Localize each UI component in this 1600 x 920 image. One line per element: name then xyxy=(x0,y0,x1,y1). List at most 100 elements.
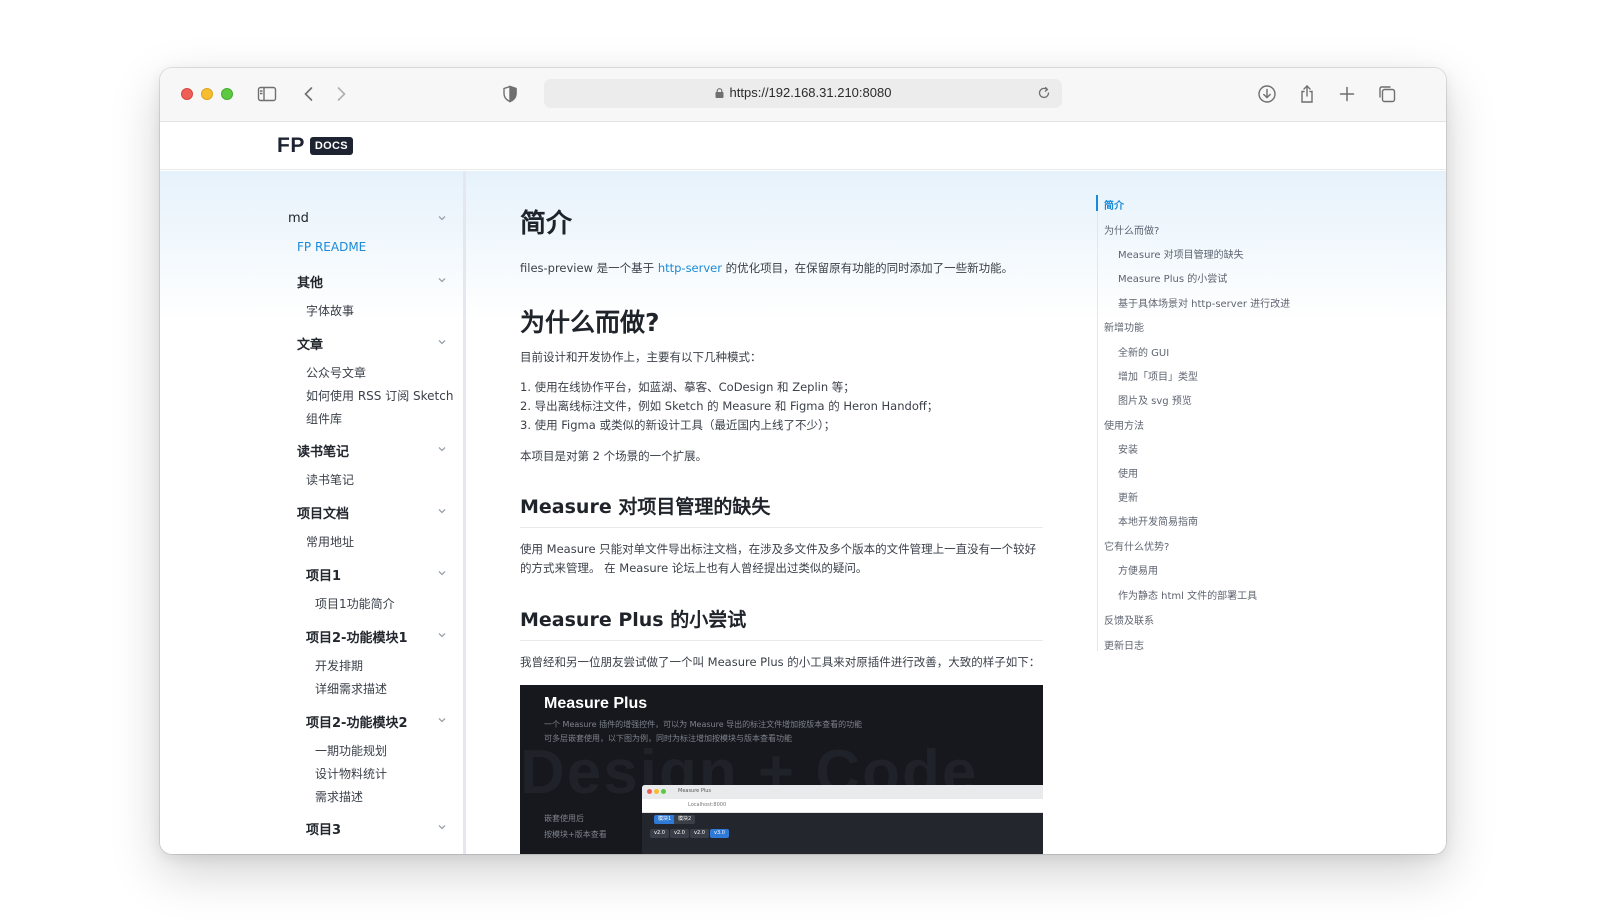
chevron-down-icon[interactable] xyxy=(437,506,447,516)
close-window-button[interactable] xyxy=(181,88,193,100)
toc-rail xyxy=(1097,195,1098,651)
address-bar[interactable]: https://192.168.31.210:8080 xyxy=(544,79,1062,108)
sidebar-item-phase1-plan[interactable]: 一期功能规划 xyxy=(315,742,387,759)
chevron-down-icon[interactable] xyxy=(437,213,447,223)
sidebar-item-fp-readme[interactable]: FP README xyxy=(297,240,366,254)
heading-measure: Measure 对项目管理的缺失 xyxy=(520,496,771,518)
toc-item-static-deploy[interactable]: 作为静态 html 文件的部署工具 xyxy=(1118,587,1257,602)
heading-divider xyxy=(520,640,1043,641)
toc-item-new-features[interactable]: 新增功能 xyxy=(1104,319,1144,334)
measure-paragraph: 使用 Measure 只能对单文件导出标注文档，在涉及多文件及多个版本的文件管理… xyxy=(520,542,1037,575)
intro-paragraph: files-preview 是一个基于 http-server 的优化项目，在保… xyxy=(520,259,1043,278)
nested-page: 模块1 模块2 v2.0 v2.0 v2.0 v3.0 xyxy=(642,813,1043,854)
chevron-down-icon[interactable] xyxy=(437,715,447,725)
docs-content: md FP README 其他 字体故事 文章 公众号文章 如何使用 RSS 订… xyxy=(160,171,1446,854)
browser-window: https://192.168.31.210:8080 FP DOCS md F… xyxy=(160,68,1446,854)
http-server-link[interactable]: http-server xyxy=(658,261,722,275)
sidebar-group-project1[interactable]: 项目1 xyxy=(306,565,341,584)
toc-item-use[interactable]: 使用 xyxy=(1118,465,1138,480)
toc-item-easy-to-use[interactable]: 方便易用 xyxy=(1118,562,1158,577)
toc-item-measure-missing[interactable]: Measure 对项目管理的缺失 xyxy=(1118,246,1244,261)
back-icon[interactable] xyxy=(298,83,320,105)
toc-item-intro[interactable]: 简介 xyxy=(1104,197,1124,212)
measure-plus-paragraph: 我曾经和另一位朋友尝试做了一个叫 Measure Plus 的小工具来对原插件进… xyxy=(520,655,1041,669)
chevron-down-icon[interactable] xyxy=(437,444,447,454)
sidebar-item-rss-sketch-cont[interactable]: 组件库 xyxy=(306,410,342,427)
chevron-down-icon[interactable] xyxy=(437,630,447,640)
toc-item-local-dev[interactable]: 本地开发简易指南 xyxy=(1118,513,1198,528)
shield-icon[interactable] xyxy=(499,83,521,105)
nested-close-dot xyxy=(647,789,652,794)
image-side-label-1: 嵌套使用后 xyxy=(544,814,584,823)
nested-chip-module1: 模块1 xyxy=(654,815,676,824)
sidebar-item-common-urls[interactable]: 常用地址 xyxy=(306,533,354,550)
toc-item-image-preview[interactable]: 图片及 svg 预览 xyxy=(1118,392,1192,407)
toc-item-changelog[interactable]: 更新日志 xyxy=(1104,637,1144,652)
sidebar-group-articles[interactable]: 文章 xyxy=(297,334,323,353)
sidebar-item-wechat-articles[interactable]: 公众号文章 xyxy=(306,364,366,381)
docs-sidebar: md FP README 其他 字体故事 文章 公众号文章 如何使用 RSS 订… xyxy=(160,171,463,854)
sidebar-group-project2-module2[interactable]: 项目2-功能模块2 xyxy=(306,712,408,731)
toc-item-new-gui[interactable]: 全新的 GUI xyxy=(1118,344,1169,359)
sidebar-item-rss-sketch[interactable]: 如何使用 RSS 订阅 Sketch xyxy=(306,387,453,404)
nested-chip-version: v2.0 xyxy=(650,829,669,838)
nested-url: Localhost:8000 xyxy=(688,802,727,808)
toc-item-measure-plus[interactable]: Measure Plus 的小尝试 xyxy=(1118,270,1227,285)
chevron-down-icon[interactable] xyxy=(437,275,447,285)
tabs-overview-icon[interactable] xyxy=(1376,83,1398,105)
sidebar-root-md[interactable]: md xyxy=(288,211,309,226)
toc-item-http-server-improve[interactable]: 基于具体场景对 http-server 进行改进 xyxy=(1118,295,1290,310)
sidebar-divider[interactable] xyxy=(463,171,466,854)
minimize-window-button[interactable] xyxy=(201,88,213,100)
site-header: FP DOCS xyxy=(160,122,1446,170)
nested-chip-version: v2.0 xyxy=(670,829,689,838)
sidebar-item-font-story[interactable]: 字体故事 xyxy=(306,302,354,319)
toc-item-update[interactable]: 更新 xyxy=(1118,489,1138,504)
heading-divider xyxy=(520,527,1043,528)
sidebar-icon[interactable] xyxy=(256,83,278,105)
chevron-down-icon[interactable] xyxy=(437,822,447,832)
sidebar-item-dev-schedule[interactable]: 开发排期 xyxy=(315,657,363,674)
sidebar-group-project3[interactable]: 项目3 xyxy=(306,819,341,838)
article: 简介 files-preview 是一个基于 http-server 的优化项目… xyxy=(520,171,1060,854)
sidebar-group-reading-notes[interactable]: 读书笔记 xyxy=(297,441,349,460)
image-title: Measure Plus xyxy=(544,695,648,712)
why-list-item-3: 3. 使用 Figma 或类似的新设计工具（最近国内上线了不少）； xyxy=(520,418,836,432)
heading-measure-plus: Measure Plus 的小尝试 xyxy=(520,609,747,631)
lock-icon xyxy=(715,88,724,98)
intro-text-after: 的优化项目，在保留原有功能的同时添加了一些新功能。 xyxy=(721,261,1014,275)
sidebar-group-project-docs[interactable]: 项目文档 xyxy=(297,503,349,522)
why-list-item-2: 2. 导出离线标注文件，例如 Sketch 的 Measure 和 Figma … xyxy=(520,399,939,413)
zoom-window-button[interactable] xyxy=(221,88,233,100)
toc-item-project-type[interactable]: 增加「项目」类型 xyxy=(1118,368,1198,383)
sidebar-item-requirements[interactable]: 需求描述 xyxy=(315,788,363,805)
site-logo[interactable]: FP DOCS xyxy=(277,134,353,158)
nested-minimize-dot xyxy=(654,789,659,794)
forward-icon[interactable] xyxy=(330,83,352,105)
toc-item-why[interactable]: 为什么而做? xyxy=(1104,222,1159,237)
toc-item-usage[interactable]: 使用方法 xyxy=(1104,417,1144,432)
chevron-down-icon[interactable] xyxy=(437,337,447,347)
toc-item-install[interactable]: 安装 xyxy=(1118,441,1138,456)
sidebar-group-other[interactable]: 其他 xyxy=(297,272,323,291)
image-description-1: 一个 Measure 插件的增强控件，可以为 Measure 导出的标注文件增加… xyxy=(544,720,863,729)
nested-browser-bar: Measure Plus xyxy=(642,785,1043,799)
sidebar-item-reading-notes[interactable]: 读书笔记 xyxy=(306,471,354,488)
reload-icon[interactable] xyxy=(1036,85,1052,101)
toc-item-feedback[interactable]: 反馈及联系 xyxy=(1104,612,1154,627)
chevron-down-icon[interactable] xyxy=(437,568,447,578)
new-tab-icon[interactable] xyxy=(1336,83,1358,105)
share-icon[interactable] xyxy=(1296,83,1318,105)
download-icon[interactable] xyxy=(1256,83,1278,105)
toc-item-advantages[interactable]: 它有什么优势? xyxy=(1104,538,1169,553)
url-label: https://192.168.31.210:8080 xyxy=(729,85,892,100)
why-note: 本项目是对第 2 个场景的一个扩展。 xyxy=(520,449,708,463)
measure-plus-screenshot: Design + Code Measure Plus 一个 Measure 插件… xyxy=(520,685,1043,854)
logo-fp-text: FP xyxy=(277,134,305,157)
sidebar-item-requirements-detail[interactable]: 详细需求描述 xyxy=(315,680,387,697)
nested-tab-title: Measure Plus xyxy=(678,788,712,794)
nested-zoom-dot xyxy=(661,789,666,794)
sidebar-item-project1-intro[interactable]: 项目1功能简介 xyxy=(315,595,395,612)
sidebar-item-design-assets[interactable]: 设计物料统计 xyxy=(315,765,387,782)
sidebar-group-project2-module1[interactable]: 项目2-功能模块1 xyxy=(306,627,408,646)
